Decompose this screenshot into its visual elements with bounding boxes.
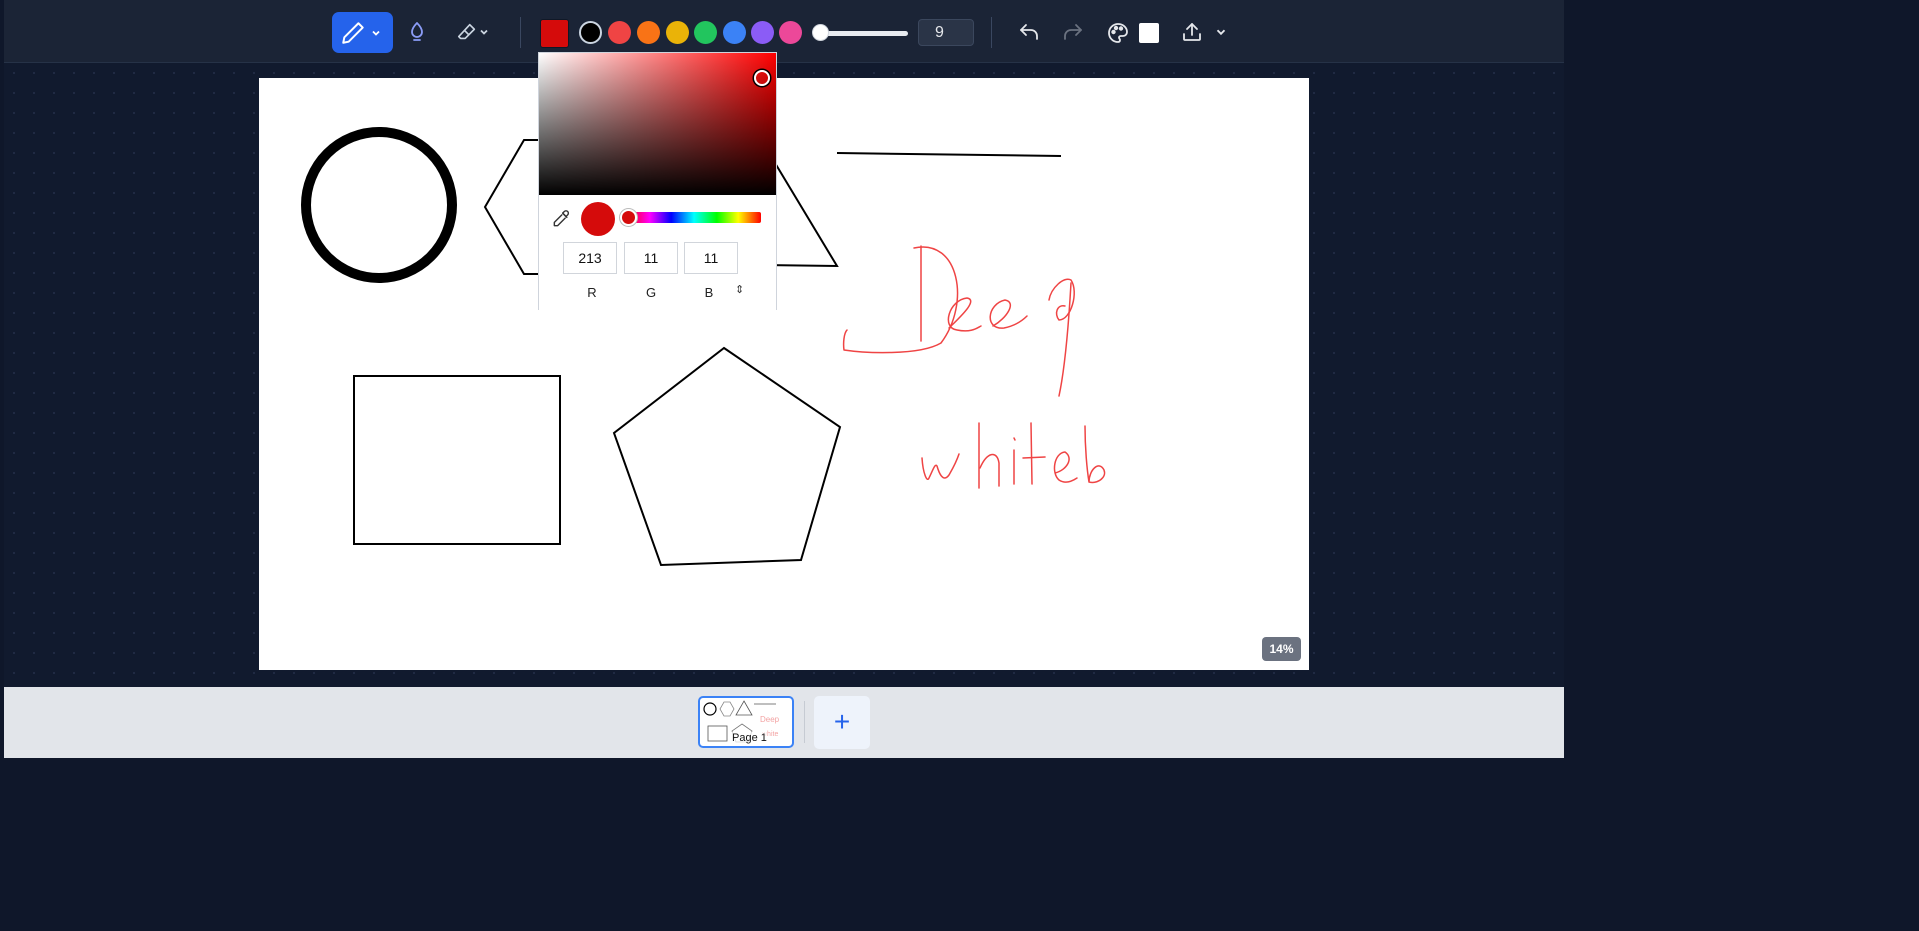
color-preview [581,202,615,236]
shape-rectangle [353,375,561,545]
pen-tool-button[interactable] [332,12,393,53]
drawing-surface[interactable] [259,78,1309,670]
shape-circle [301,127,457,283]
toolbar: 9 [4,0,1564,63]
eyedropper-button[interactable] [551,209,571,229]
saturation-cursor[interactable] [754,70,770,86]
pages-bar: Deep white Page 1 + [4,687,1564,758]
page-thumbnail-label: Page 1 [732,732,767,744]
red-channel-input[interactable]: 213 [563,242,617,274]
pen-icon [341,21,364,44]
swatch-green[interactable] [694,21,717,44]
eraser-icon [457,23,476,40]
swatch-orange[interactable] [637,21,660,44]
background-color-swatch[interactable] [1139,23,1159,43]
svg-text:Deep: Deep [760,715,780,724]
swatch-pink[interactable] [779,21,802,44]
redo-icon [1064,24,1082,40]
color-picker-popover: 213 11 11 R G B ⇕ [538,52,777,310]
zoom-indicator: 14% [1262,637,1301,661]
stroke-size-slider-thumb[interactable] [812,24,829,41]
app-frame: 9 14% 213 11 11 R G B ⇕ Deep white Page … [4,0,1564,758]
eraser-tool-button[interactable] [452,20,494,44]
saturation-value-area[interactable] [539,53,776,195]
drawing-page[interactable]: 14% [259,78,1309,670]
shape-line [836,152,1062,157]
add-page-button[interactable]: + [814,696,870,749]
swatch-blue[interactable] [723,21,746,44]
handwriting-white [921,422,1106,489]
highlighter-tool-button[interactable] [406,20,428,44]
canvas-area[interactable]: 14% [4,63,1564,686]
undo-icon [1020,24,1038,40]
blue-channel-input[interactable]: 11 [684,242,738,274]
palette-icon [1108,23,1128,43]
chevron-down-icon [1216,29,1226,36]
swatch-yellow[interactable] [666,21,689,44]
background-color-button[interactable] [1105,20,1131,46]
blue-channel-label: B [704,285,714,300]
handwriting-deep [842,245,1075,397]
swatch-purple[interactable] [751,21,774,44]
page-thumbnail[interactable]: Deep white Page 1 [698,696,794,748]
pages-separator [804,701,805,743]
swatch-red[interactable] [608,21,631,44]
toolbar-separator [991,17,992,48]
export-icon [1183,23,1201,41]
highlighter-icon [411,22,423,41]
stroke-size-input[interactable]: 9 [918,19,974,46]
hue-slider[interactable] [627,212,761,223]
eyedropper-icon [553,210,569,227]
current-color-button[interactable] [540,19,569,48]
toolbar-separator [520,17,521,48]
green-channel-label: G [645,285,657,300]
chevron-down-icon [371,30,380,36]
redo-button[interactable] [1060,20,1086,46]
shape-pentagon [612,346,842,567]
export-button[interactable] [1177,18,1231,46]
green-channel-input[interactable]: 11 [624,242,678,274]
swatch-black[interactable] [579,21,602,44]
chevron-down-icon [480,29,488,35]
red-channel-label: R [587,285,597,300]
hue-slider-thumb[interactable] [620,209,637,226]
color-mode-toggle[interactable]: ⇕ [735,283,744,296]
undo-button[interactable] [1016,20,1042,46]
